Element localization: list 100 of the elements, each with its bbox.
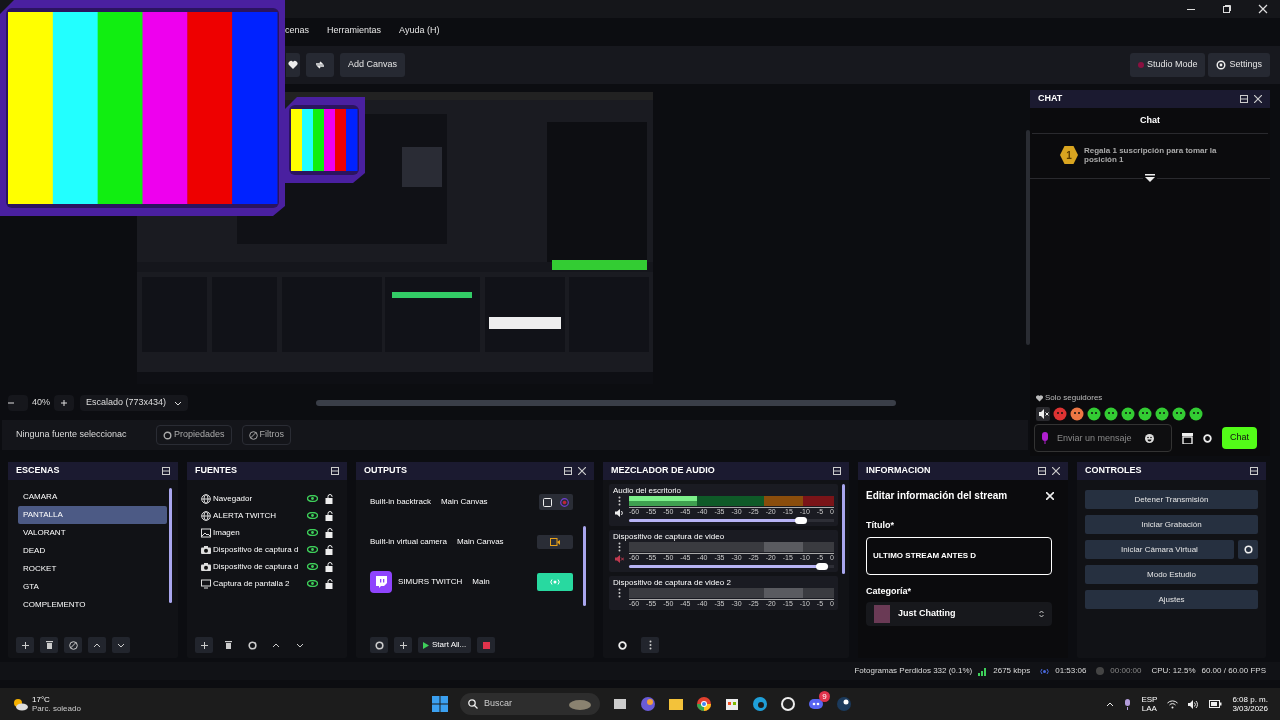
add-canvas-button[interactable]: Add Canvas xyxy=(340,53,406,77)
eye-icon[interactable] xyxy=(307,529,318,536)
close-icon[interactable] xyxy=(578,467,586,475)
kebab-menu-icon[interactable] xyxy=(617,542,621,552)
add-button[interactable] xyxy=(16,637,34,653)
undock-icon[interactable] xyxy=(833,467,841,475)
remove-button[interactable] xyxy=(40,637,58,653)
close-icon[interactable] xyxy=(1254,95,1262,103)
virtual-camera-button[interactable] xyxy=(537,535,573,549)
stop-button[interactable] xyxy=(477,637,496,653)
wifi-icon[interactable] xyxy=(1167,699,1179,709)
menu-item[interactable]: cenas xyxy=(284,24,311,38)
source-name[interactable]: ALERTA TWITCH xyxy=(213,509,303,522)
lock-open-icon[interactable] xyxy=(325,493,333,504)
scrollbar[interactable] xyxy=(842,484,845,574)
scene-item[interactable]: COMPLEMENTO xyxy=(18,596,167,614)
settings-icon[interactable] xyxy=(1203,433,1212,443)
message-field[interactable]: Enviar un mensaje xyxy=(1034,424,1172,452)
chevron-up-icon[interactable] xyxy=(1106,701,1115,707)
control-button[interactable]: Ajustes xyxy=(1085,590,1258,609)
scrollbar[interactable] xyxy=(169,488,172,603)
source-name[interactable]: Dispositivo de captura d xyxy=(213,543,303,556)
close-icon[interactable] xyxy=(1258,4,1268,14)
eye-icon[interactable] xyxy=(307,495,318,502)
menu-item[interactable]: Ayuda (H) xyxy=(398,24,441,38)
language-indicator[interactable]: ESP LAA xyxy=(1141,695,1158,713)
transition-button[interactable] xyxy=(306,53,334,77)
control-button[interactable]: Iniciar Grabación xyxy=(1085,515,1258,534)
zoom-in-button[interactable] xyxy=(54,395,74,411)
stream-toggle-button[interactable] xyxy=(537,573,573,591)
scale-mode-dropdown[interactable]: Escalado (773x434) xyxy=(80,395,189,411)
undock-icon[interactable] xyxy=(1038,467,1046,475)
eye-icon[interactable] xyxy=(307,563,318,570)
search-field[interactable]: Buscar xyxy=(460,693,600,715)
scene-item[interactable]: GTA xyxy=(18,578,167,596)
chrome-icon[interactable] xyxy=(696,696,712,712)
scrollbar[interactable] xyxy=(316,400,897,406)
source-name[interactable]: Imagen xyxy=(213,526,303,539)
lock-open-icon[interactable] xyxy=(325,544,333,555)
eye-icon[interactable] xyxy=(307,546,318,553)
heart-button[interactable] xyxy=(286,53,300,77)
eye-icon[interactable] xyxy=(307,580,318,587)
add-button[interactable] xyxy=(195,637,213,653)
menu-item[interactable]: Herramientas xyxy=(326,24,383,38)
control-button[interactable]: Modo Estudio xyxy=(1085,565,1258,584)
window-icon[interactable] xyxy=(612,696,628,712)
filters-button[interactable]: Filtros xyxy=(241,425,292,445)
undock-icon[interactable] xyxy=(1250,467,1258,475)
source-name[interactable]: Navegador xyxy=(213,492,303,505)
speaker-icon[interactable] xyxy=(1188,699,1200,709)
close-icon[interactable] xyxy=(1052,467,1060,475)
scrollbar[interactable] xyxy=(1026,130,1030,345)
scene-item[interactable]: CAMARA xyxy=(18,488,167,506)
battery-icon[interactable] xyxy=(1209,700,1223,708)
category-dropdown[interactable]: Just Chatting xyxy=(866,602,1052,626)
settings-button[interactable] xyxy=(370,637,388,653)
undock-icon[interactable] xyxy=(564,467,572,475)
move-down-button[interactable] xyxy=(112,637,130,653)
source-name[interactable]: Captura de pantalla 2 xyxy=(213,577,303,590)
lock-open-icon[interactable] xyxy=(325,561,333,572)
speaker-icon[interactable] xyxy=(614,509,624,517)
lock-open-icon[interactable] xyxy=(325,510,333,521)
more-options-button[interactable] xyxy=(641,637,659,653)
store-icon[interactable] xyxy=(1182,432,1193,444)
scene-item[interactable]: VALORANT xyxy=(18,524,167,542)
zoom-out-button[interactable] xyxy=(8,395,28,411)
store-icon[interactable] xyxy=(724,696,740,712)
scene-item[interactable]: PANTALLA xyxy=(18,506,167,524)
properties-button[interactable]: Propiedades xyxy=(156,425,232,445)
undock-icon[interactable] xyxy=(162,467,170,475)
move-up-button[interactable] xyxy=(88,637,106,653)
slider-thumb[interactable] xyxy=(794,517,807,524)
scene-item[interactable]: DEAD xyxy=(18,542,167,560)
stop-square-icon[interactable] xyxy=(543,497,552,507)
studio-mode-button[interactable]: Studio Mode xyxy=(1129,53,1206,77)
undock-icon[interactable] xyxy=(1240,95,1248,103)
filter-button[interactable] xyxy=(64,637,82,653)
undock-icon[interactable] xyxy=(331,467,339,475)
clock[interactable]: 6:08 p. m. 3/03/2026 xyxy=(1232,695,1268,713)
scene-item[interactable]: ROCKET xyxy=(18,560,167,578)
microphone-icon[interactable] xyxy=(1124,698,1132,710)
settings-button[interactable]: Settings xyxy=(1208,53,1270,77)
restore-icon[interactable] xyxy=(1222,4,1232,14)
control-button[interactable]: Iniciar Cámara Virtual xyxy=(1085,540,1234,559)
kebab-menu-icon[interactable] xyxy=(617,496,621,506)
scroll-down-icon[interactable] xyxy=(1145,174,1155,183)
settings-button[interactable] xyxy=(1238,540,1258,559)
lock-open-icon[interactable] xyxy=(325,527,333,538)
slider-thumb[interactable] xyxy=(816,563,829,570)
control-button[interactable]: Detener Transmisión xyxy=(1085,490,1258,509)
source-name[interactable]: Dispositivo de captura d xyxy=(213,560,303,573)
eye-icon[interactable] xyxy=(307,512,318,519)
kebab-menu-icon[interactable] xyxy=(617,588,621,598)
scrollbar[interactable] xyxy=(583,526,586,606)
chat-send-button[interactable]: Chat xyxy=(1222,427,1257,449)
title-input[interactable]: ULTIMO STREAM ANTES D xyxy=(866,536,1052,575)
start-all-button[interactable]: Start All... xyxy=(418,637,472,653)
lock-open-icon[interactable] xyxy=(325,578,333,589)
add-button[interactable] xyxy=(394,637,412,653)
folder-icon[interactable] xyxy=(668,696,684,712)
